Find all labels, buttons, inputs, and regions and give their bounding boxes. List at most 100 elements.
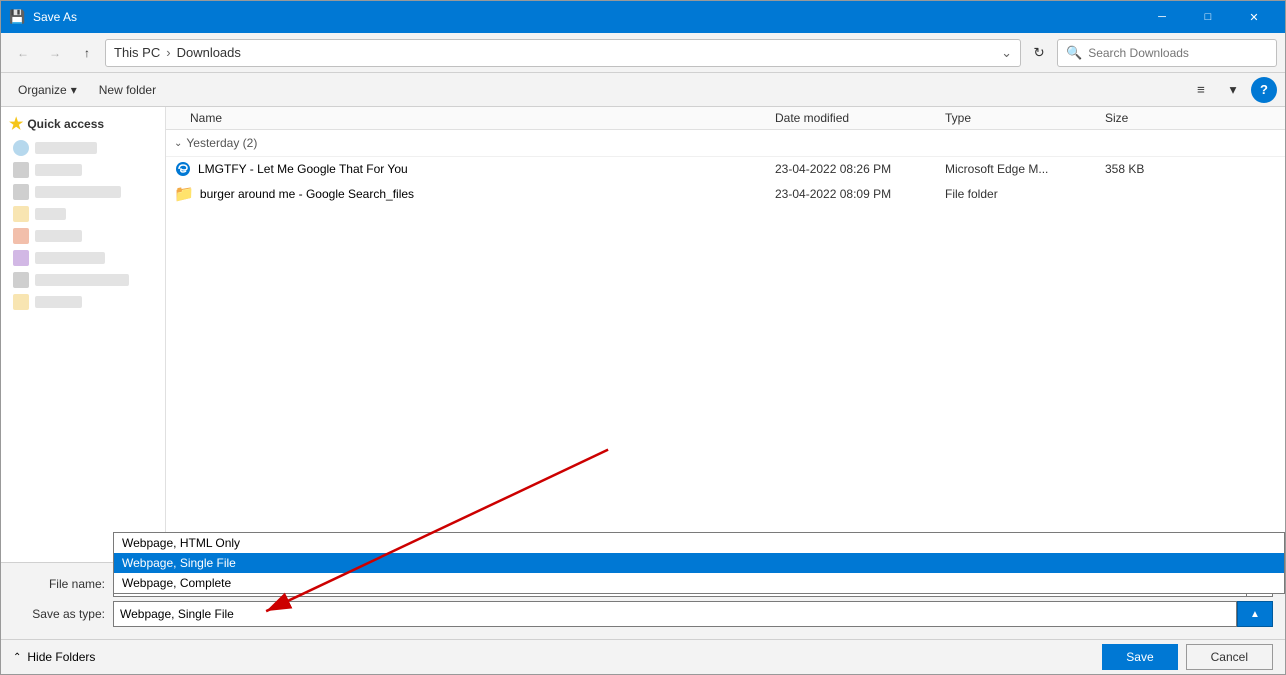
sidebar-item-5-icon — [13, 228, 29, 244]
view-dropdown-arrow-icon: ▾ — [1230, 82, 1237, 98]
quick-access-icon: ★ — [9, 114, 23, 134]
file-name-burger-text: burger around me - Google Search_files — [200, 187, 414, 201]
view-toggle-button[interactable]: ≡ — [1187, 77, 1215, 103]
action-bar: Organize ▾ New folder ≡ ▾ ? — [1, 73, 1285, 107]
help-button[interactable]: ? — [1251, 77, 1277, 103]
new-folder-button[interactable]: New folder — [90, 77, 165, 103]
back-button[interactable]: ← — [9, 39, 37, 67]
file-type-burger: File folder — [945, 187, 1105, 201]
cancel-button[interactable]: Cancel — [1186, 644, 1273, 670]
column-type[interactable]: Type — [945, 111, 1105, 125]
breadcrumb: This PC › Downloads — [114, 45, 997, 60]
refresh-button[interactable]: ↻ — [1025, 39, 1053, 67]
sidebar-item-1-icon — [13, 140, 29, 156]
sidebar-item-7-label: ████████████ — [35, 274, 129, 286]
dialog-title: Save As — [33, 10, 1139, 24]
dropdown-option-single-file[interactable]: Webpage, Single File — [114, 553, 1284, 573]
column-size[interactable]: Size — [1105, 111, 1205, 125]
breadcrumb-downloads[interactable]: Downloads — [177, 45, 241, 60]
view-dropdown-button[interactable]: ▾ — [1219, 77, 1247, 103]
sidebar-item-8[interactable]: ██████ — [1, 291, 165, 313]
file-name-burger: 📁 burger around me - Google Search_files — [166, 184, 775, 204]
file-row-lmgtfy[interactable]: LMGTFY - Let Me Google That For You 23-0… — [166, 157, 1285, 181]
file-name-lmgtfy-text: LMGTFY - Let Me Google That For You — [198, 162, 408, 176]
sidebar: ★ Quick access ████████ ██████ █████████… — [1, 107, 166, 562]
save-type-dropdown-arrow[interactable]: ▲ — [1237, 601, 1273, 627]
search-icon: 🔍 — [1066, 45, 1082, 61]
file-list-header: Name Date modified Type Size — [166, 107, 1285, 130]
title-bar-controls: ─ □ ✕ — [1139, 1, 1277, 33]
organize-arrow-icon: ▾ — [71, 83, 77, 97]
breadcrumb-this-pc[interactable]: This PC — [114, 45, 160, 60]
sidebar-item-7[interactable]: ████████████ — [1, 269, 165, 291]
column-name[interactable]: Name — [166, 111, 775, 125]
hide-folders-label[interactable]: Hide Folders — [27, 650, 95, 664]
file-list: Name Date modified Type Size ⌄ Yesterday… — [166, 107, 1285, 562]
save-as-type-row: Save as type: Webpage, Single File ▲ — [13, 601, 1273, 627]
sidebar-item-3-icon — [13, 184, 29, 200]
address-toolbar: ← → ↑ This PC › Downloads ⌄ ↻ 🔍 — [1, 33, 1285, 73]
sidebar-item-6-label: █████████ — [35, 252, 105, 264]
file-date-burger: 23-04-2022 08:09 PM — [775, 187, 945, 201]
file-type-lmgtfy: Microsoft Edge M... — [945, 162, 1105, 176]
sidebar-item-2-icon — [13, 162, 29, 178]
sidebar-item-3[interactable]: ███████████ — [1, 181, 165, 203]
sidebar-item-4-label: ████ — [35, 208, 66, 220]
dialog-icon: 💾 — [9, 9, 25, 25]
sidebar-item-2[interactable]: ██████ — [1, 159, 165, 181]
file-row-burger[interactable]: 📁 burger around me - Google Search_files… — [166, 181, 1285, 207]
organize-button[interactable]: Organize ▾ — [9, 77, 86, 103]
group-yesterday-label: Yesterday (2) — [186, 136, 257, 150]
dropdown-option-complete[interactable]: Webpage, Complete — [114, 573, 1284, 593]
quick-access-label: Quick access — [27, 117, 104, 131]
hide-folders-toggle-icon[interactable]: ⌃ — [13, 652, 21, 663]
edge-file-icon — [174, 160, 192, 178]
sidebar-item-7-icon — [13, 272, 29, 288]
file-size-lmgtfy: 358 KB — [1105, 162, 1205, 176]
save-type-display[interactable]: Webpage, Single File — [113, 601, 1237, 627]
view-icon: ≡ — [1197, 82, 1205, 97]
save-type-dropdown: Webpage, HTML Only Webpage, Single File … — [113, 532, 1285, 594]
organize-label: Organize — [18, 83, 67, 97]
file-name-lmgtfy: LMGTFY - Let Me Google That For You — [166, 160, 775, 178]
sidebar-item-2-label: ██████ — [35, 164, 82, 176]
sidebar-item-3-label: ███████████ — [35, 186, 121, 198]
save-button[interactable]: Save — [1102, 644, 1177, 670]
edge-icon-svg — [175, 161, 191, 177]
sidebar-item-8-icon — [13, 294, 29, 310]
save-as-dialog: 💾 Save As ─ □ ✕ ← → ↑ This PC › Download… — [0, 0, 1286, 675]
file-name-label: File name: — [13, 577, 113, 591]
sidebar-item-4[interactable]: ████ — [1, 203, 165, 225]
sidebar-item-4-icon — [13, 206, 29, 222]
group-yesterday[interactable]: ⌄ Yesterday (2) — [166, 130, 1285, 157]
up-button[interactable]: ↑ — [73, 39, 101, 67]
search-input[interactable] — [1088, 46, 1268, 60]
save-as-type-label: Save as type: — [13, 607, 113, 621]
hide-folders-bar: ⌃ Hide Folders Save Cancel — [1, 639, 1285, 674]
title-bar: 💾 Save As ─ □ ✕ — [1, 1, 1285, 33]
sidebar-item-5[interactable]: ██████ — [1, 225, 165, 247]
forward-button[interactable]: → — [41, 39, 69, 67]
column-date-modified[interactable]: Date modified — [775, 111, 945, 125]
main-content-area: ★ Quick access ████████ ██████ █████████… — [1, 107, 1285, 562]
sidebar-item-1-label: ████████ — [35, 142, 97, 154]
sidebar-item-6-icon — [13, 250, 29, 266]
quick-access-header[interactable]: ★ Quick access — [1, 111, 165, 137]
action-bar-right: ≡ ▾ ? — [1187, 77, 1277, 103]
dropdown-option-html-only[interactable]: Webpage, HTML Only — [114, 533, 1284, 553]
address-dropdown-arrow[interactable]: ⌄ — [1001, 45, 1012, 61]
folder-icon: 📁 — [174, 184, 194, 204]
file-date-lmgtfy: 23-04-2022 08:26 PM — [775, 162, 945, 176]
search-box: 🔍 — [1057, 39, 1277, 67]
sidebar-item-1[interactable]: ████████ — [1, 137, 165, 159]
group-toggle-yesterday[interactable]: ⌄ — [174, 138, 182, 149]
close-button[interactable]: ✕ — [1231, 1, 1277, 33]
sidebar-item-6[interactable]: █████████ — [1, 247, 165, 269]
sidebar-item-8-label: ██████ — [35, 296, 82, 308]
minimize-button[interactable]: ─ — [1139, 1, 1185, 33]
maximize-button[interactable]: □ — [1185, 1, 1231, 33]
new-folder-label: New folder — [99, 83, 156, 97]
sidebar-item-5-label: ██████ — [35, 230, 82, 242]
breadcrumb-separator: › — [166, 45, 170, 60]
address-bar[interactable]: This PC › Downloads ⌄ — [105, 39, 1021, 67]
